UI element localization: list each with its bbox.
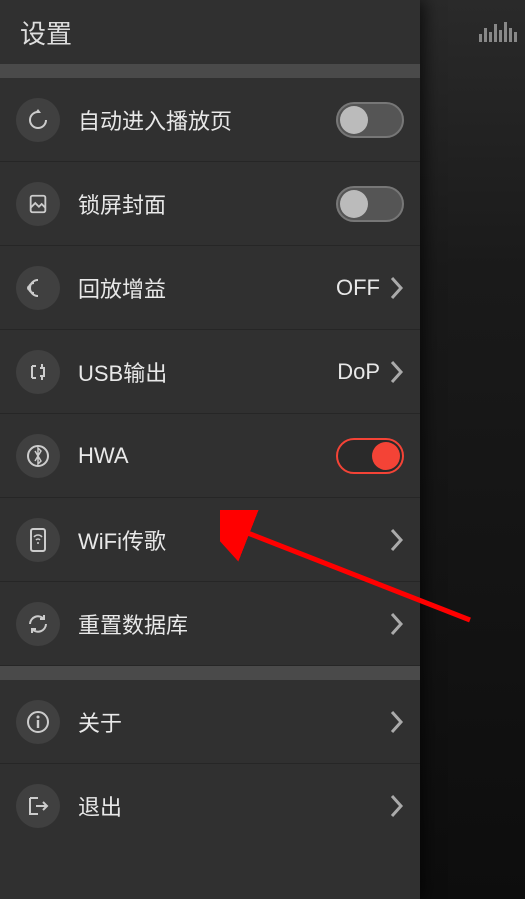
row-rebuild-database[interactable]: 重置数据库 bbox=[0, 582, 420, 666]
sound-wave-icon bbox=[16, 266, 60, 310]
toggle-lockscreen[interactable] bbox=[336, 186, 404, 222]
background-panel: 0 1 bbox=[420, 0, 525, 899]
info-icon bbox=[16, 700, 60, 744]
chevron-right-icon bbox=[390, 793, 404, 819]
image-icon bbox=[16, 182, 60, 226]
row-usb-output[interactable]: USB输出 DoP bbox=[0, 330, 420, 414]
row-label: 退出 bbox=[78, 790, 390, 822]
settings-drawer: 设置 自动进入播放页 锁屏封面 回放增益 OFF USB输出 DoP bbox=[0, 0, 420, 899]
row-about[interactable]: 关于 bbox=[0, 680, 420, 764]
row-value: OFF bbox=[336, 275, 380, 301]
chevron-right-icon bbox=[390, 709, 404, 735]
row-wifi-transfer[interactable]: WiFi传歌 bbox=[0, 498, 420, 582]
sync-icon bbox=[16, 602, 60, 646]
chevron-right-icon bbox=[390, 275, 404, 301]
bluetooth-audio-icon bbox=[16, 434, 60, 478]
row-label: 重置数据库 bbox=[78, 608, 390, 640]
row-label: 自动进入播放页 bbox=[78, 104, 336, 136]
header: 设置 bbox=[0, 0, 420, 64]
phone-wifi-icon bbox=[16, 518, 60, 562]
row-exit[interactable]: 退出 bbox=[0, 764, 420, 848]
toggle-autoplay[interactable] bbox=[336, 102, 404, 138]
section-divider bbox=[0, 666, 420, 680]
refresh-icon bbox=[16, 98, 60, 142]
row-label: 关于 bbox=[78, 706, 390, 738]
row-label: HWA bbox=[78, 443, 336, 469]
chevron-right-icon bbox=[390, 611, 404, 637]
equalizer-icon bbox=[479, 18, 517, 42]
row-label: 锁屏封面 bbox=[78, 188, 336, 220]
exit-icon bbox=[16, 784, 60, 828]
usb-icon bbox=[16, 350, 60, 394]
row-label: USB输出 bbox=[78, 356, 337, 388]
row-label: 回放增益 bbox=[78, 272, 336, 304]
row-label: WiFi传歌 bbox=[78, 524, 390, 556]
row-replay-gain[interactable]: 回放增益 OFF bbox=[0, 246, 420, 330]
row-value: DoP bbox=[337, 359, 380, 385]
row-hwa[interactable]: HWA bbox=[0, 414, 420, 498]
chevron-right-icon bbox=[390, 527, 404, 553]
row-auto-play[interactable]: 自动进入播放页 bbox=[0, 78, 420, 162]
toggle-hwa[interactable] bbox=[336, 438, 404, 474]
chevron-right-icon bbox=[390, 359, 404, 385]
section-divider bbox=[0, 64, 420, 78]
page-title: 设置 bbox=[20, 14, 72, 51]
row-lockscreen-cover[interactable]: 锁屏封面 bbox=[0, 162, 420, 246]
